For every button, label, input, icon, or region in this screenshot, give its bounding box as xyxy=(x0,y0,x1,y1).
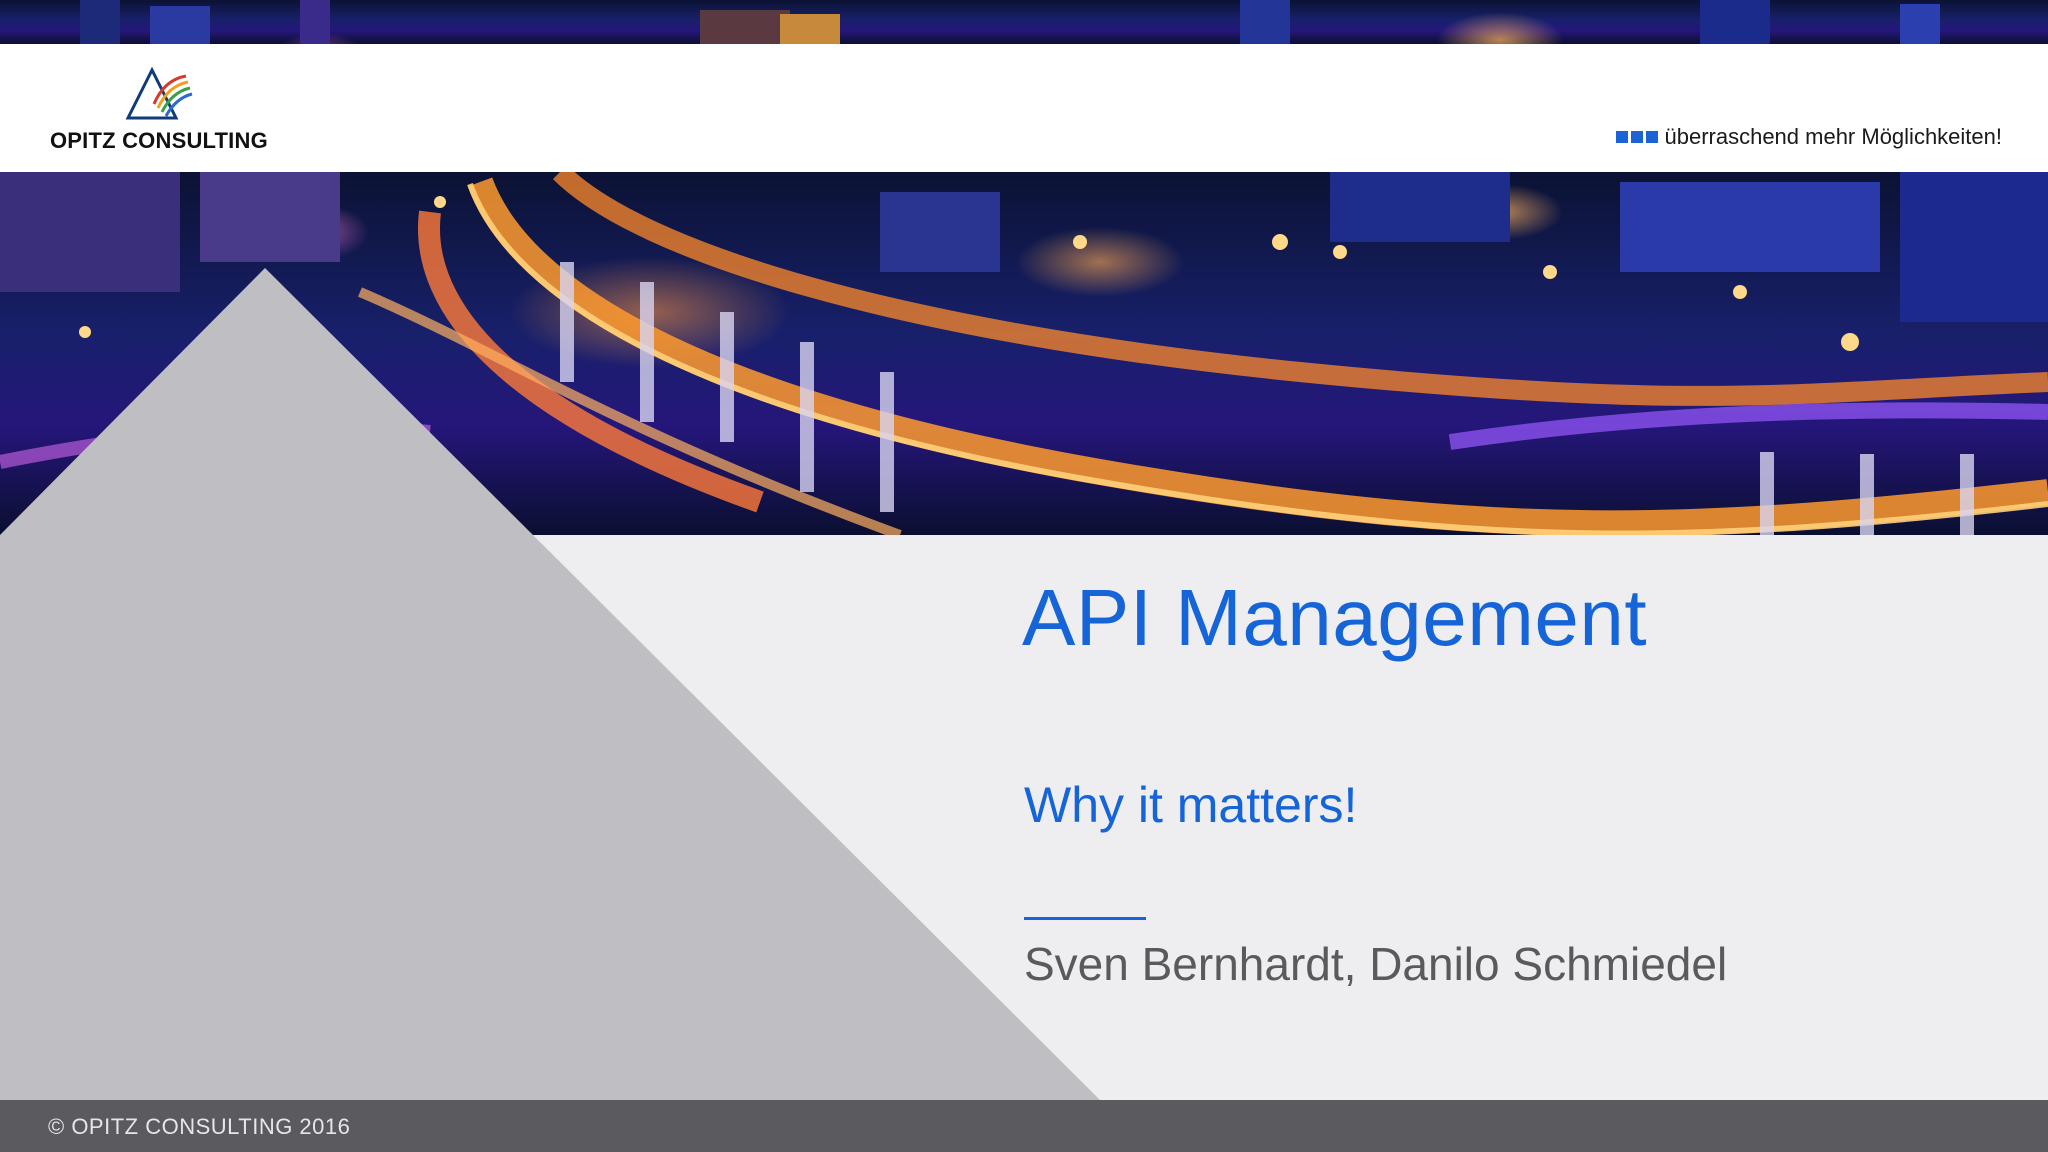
logo-text: OPITZ CONSULTING xyxy=(50,128,268,153)
copyright-text: © OPITZ CONSULTING 2016 xyxy=(48,1114,351,1139)
slide-subtitle: Why it matters! xyxy=(1024,777,1358,833)
three-squares-icon xyxy=(1616,131,1659,143)
header-band: OPITZ CONSULTING überraschend mehr Mögli… xyxy=(0,44,2048,172)
slide-title: API Management xyxy=(1022,573,1648,662)
slide-authors: Sven Bernhardt, Danilo Schmiedel xyxy=(1024,938,1728,990)
opitz-triangle-logo-icon xyxy=(125,66,193,120)
tagline: überraschend mehr Möglichkeiten! xyxy=(1616,124,2002,150)
skyline-graphic xyxy=(80,0,1940,44)
divider-rule xyxy=(1024,917,1146,920)
grey-triangle-shape xyxy=(0,268,1100,1100)
footer-bar: © OPITZ CONSULTING 2016 xyxy=(0,1100,2048,1152)
tagline-text: überraschend mehr Möglichkeiten! xyxy=(1664,124,2002,149)
city-photo-strip xyxy=(0,0,2048,44)
company-logo: OPITZ CONSULTING xyxy=(48,66,278,166)
title-slide: OPITZ CONSULTING überraschend mehr Mögli… xyxy=(0,0,2048,1152)
